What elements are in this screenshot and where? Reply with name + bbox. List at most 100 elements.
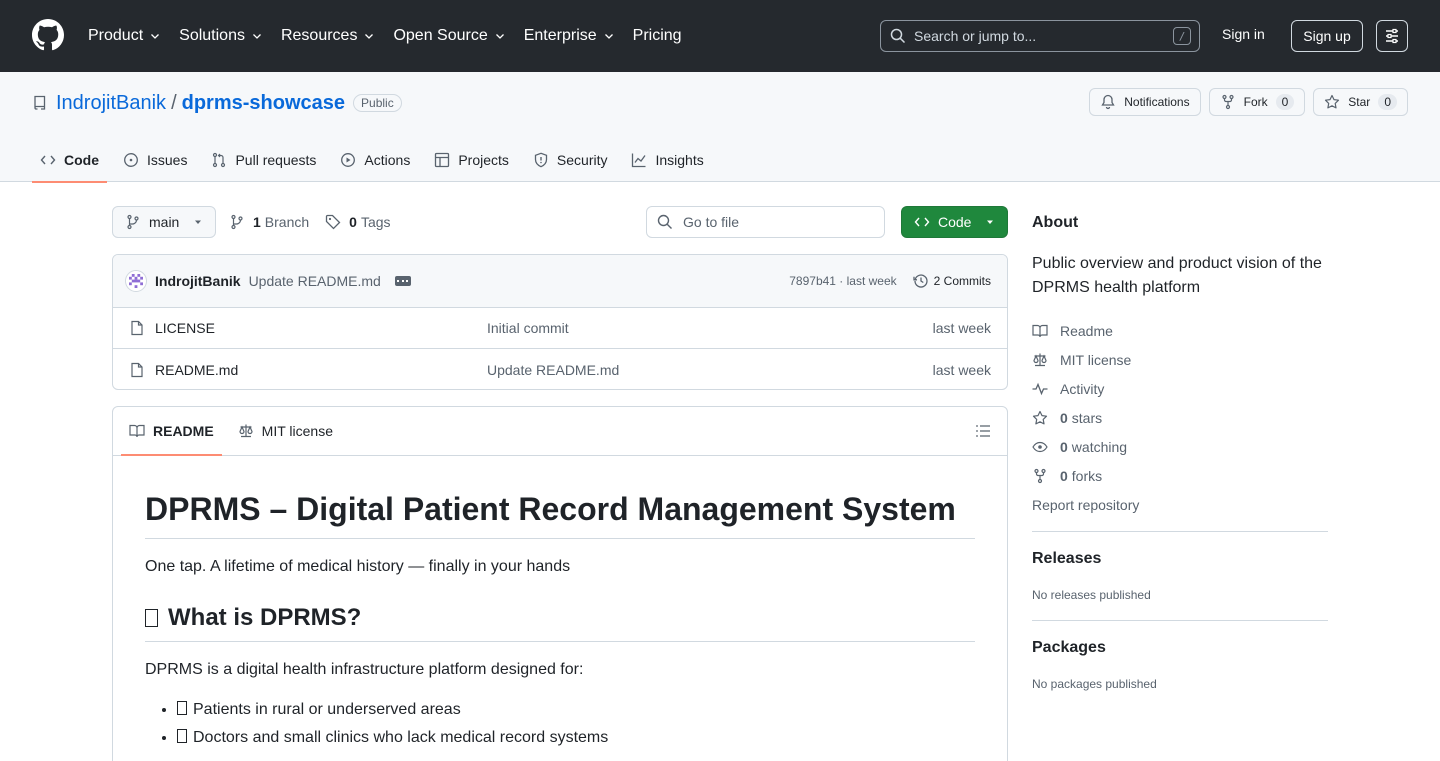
file-name-link[interactable]: LICENSE [155, 320, 487, 336]
star-icon [1325, 94, 1340, 109]
fork-label: Fork [1243, 95, 1268, 109]
tab-label: Issues [147, 152, 188, 168]
sign-in-link[interactable]: Sign in [1222, 26, 1265, 42]
branch-icon [231, 214, 243, 230]
star-button[interactable]: Star 0 [1313, 88, 1408, 116]
list-unordered-icon[interactable] [975, 423, 991, 439]
tab-label: Insights [655, 152, 704, 168]
forks-link[interactable]: 0 forks [1032, 461, 1328, 490]
list-item-text: Patients in rural or underserved areas [193, 701, 461, 719]
file-browser: IndrojitBanik Update README.md 7897b41 ·… [112, 254, 1008, 390]
tag-count: 0 [349, 214, 357, 230]
releases-heading[interactable]: Releases [1032, 550, 1328, 568]
file-commit-message-link[interactable]: Update README.md [487, 362, 619, 378]
fork-button[interactable]: Fork 0 [1208, 88, 1306, 116]
readme-intro: DPRMS is a digital health infrastructure… [145, 661, 584, 679]
list-item: Doctors and small clinics who lack medic… [177, 726, 975, 750]
go-to-file-placeholder: Go to file [683, 214, 740, 230]
tab-actions[interactable]: Actions [332, 138, 418, 182]
fork-icon [1222, 94, 1234, 110]
commit-message-link[interactable]: Update README.md [249, 273, 381, 289]
keyboard-shortcut-badge: / [1173, 27, 1191, 45]
notifications-label: Notifications [1124, 95, 1190, 109]
law-icon [1033, 353, 1047, 366]
nav-label: Enterprise [523, 27, 597, 44]
tab-code[interactable]: Code [32, 138, 107, 183]
nav-pricing[interactable]: Pricing [633, 27, 682, 45]
repo-owner-link[interactable]: IndrojitBanik [56, 92, 166, 115]
about-links: Readme MIT license Activity 0 stars 0 wa… [1032, 316, 1328, 519]
branch-count: 1 [253, 214, 261, 230]
readme-heading: What is DPRMS? [145, 603, 975, 643]
nav-enterprise[interactable]: Enterprise [524, 27, 615, 45]
stars-link[interactable]: 0 stars [1032, 403, 1328, 432]
license-link[interactable]: MIT license [1032, 345, 1328, 374]
tab-readme[interactable]: README [121, 407, 222, 456]
stars-label: stars [1071, 409, 1103, 426]
go-to-file-input[interactable]: Go to file [646, 206, 885, 238]
tab-pull-requests[interactable]: Pull requests [203, 138, 324, 182]
report-repository-link[interactable]: Report repository [1032, 490, 1328, 519]
nav-label: Resources [280, 27, 358, 44]
watchers-link[interactable]: 0 watching [1032, 432, 1328, 461]
tab-security[interactable]: Security [525, 138, 616, 182]
nav-label: Pricing [632, 27, 682, 44]
branch-select-button[interactable]: main [112, 206, 216, 238]
commit-sha-time[interactable]: 7897b41 · last week [789, 274, 896, 288]
pulse-icon [1032, 382, 1048, 395]
chevron-down-icon [151, 34, 160, 39]
readme-link[interactable]: Readme [1032, 316, 1328, 345]
latest-commit-row: IndrojitBanik Update README.md 7897b41 ·… [113, 255, 1007, 308]
menu-button[interactable] [1376, 20, 1408, 52]
graph-icon [632, 153, 647, 168]
packages-heading[interactable]: Packages [1032, 639, 1328, 657]
forks-label: forks [1071, 467, 1103, 484]
repo-tabs: Code Issues Pull requests Actions Projec… [32, 138, 720, 183]
tab-label: MIT license [261, 423, 333, 439]
book-icon [129, 424, 145, 438]
search-placeholder: Search or jump to... [914, 28, 1037, 44]
activity-link[interactable]: Activity [1032, 374, 1328, 403]
commit-author-link[interactable]: IndrojitBanik [155, 273, 241, 289]
file-name-link[interactable]: README.md [155, 362, 487, 378]
file-date: last week [932, 320, 991, 336]
missing-glyph-icon [177, 701, 187, 716]
law-icon [239, 424, 253, 438]
nav-open-source[interactable]: Open Source [393, 27, 505, 45]
search-input[interactable]: Search or jump to... / [880, 20, 1200, 52]
tags-link[interactable]: 0 Tags [325, 214, 391, 230]
ellipsis-icon[interactable] [394, 276, 411, 286]
branches-link[interactable]: 1 Branch [229, 214, 309, 230]
commits-link[interactable]: 2 Commits [913, 273, 991, 289]
list-item: Patients in rural or underserved areas [177, 698, 975, 722]
tab-issues[interactable]: Issues [115, 138, 195, 182]
nav-solutions[interactable]: Solutions [179, 27, 263, 45]
readme-content: DPRMS – Digital Patient Record Managemen… [113, 456, 1007, 750]
tab-label: Projects [458, 152, 509, 168]
file-commit-message-link[interactable]: Initial commit [487, 320, 569, 336]
pull-request-icon [213, 152, 226, 168]
divider [1032, 620, 1328, 621]
repo-title: IndrojitBanik / dprms-showcase Public [32, 91, 402, 115]
code-button-label: Code [938, 214, 972, 230]
nav-label: Open Source [393, 27, 488, 44]
repo-name-link[interactable]: dprms-showcase [182, 92, 345, 115]
about-description: Public overview and product vision of th… [1032, 255, 1322, 296]
nav-resources[interactable]: Resources [281, 27, 375, 45]
github-logo-icon[interactable] [32, 19, 64, 51]
code-dropdown-button[interactable]: Code [901, 206, 1008, 238]
avatar[interactable] [125, 270, 147, 292]
about-heading: About [1032, 214, 1079, 231]
eye-icon [1032, 441, 1048, 452]
shield-icon [534, 152, 548, 168]
missing-glyph-icon [145, 609, 158, 628]
tab-projects[interactable]: Projects [426, 138, 517, 182]
tab-insights[interactable]: Insights [623, 138, 711, 182]
packages-empty-text: No packages published [1032, 677, 1157, 691]
stars-count: 0 [1060, 409, 1068, 426]
readme-panel: README MIT license DPRMS – Digital Patie… [112, 406, 1008, 761]
tab-license[interactable]: MIT license [230, 407, 341, 455]
nav-product[interactable]: Product [88, 27, 161, 45]
notifications-button[interactable]: Notifications [1089, 88, 1201, 116]
sign-up-button[interactable]: Sign up [1291, 20, 1363, 52]
